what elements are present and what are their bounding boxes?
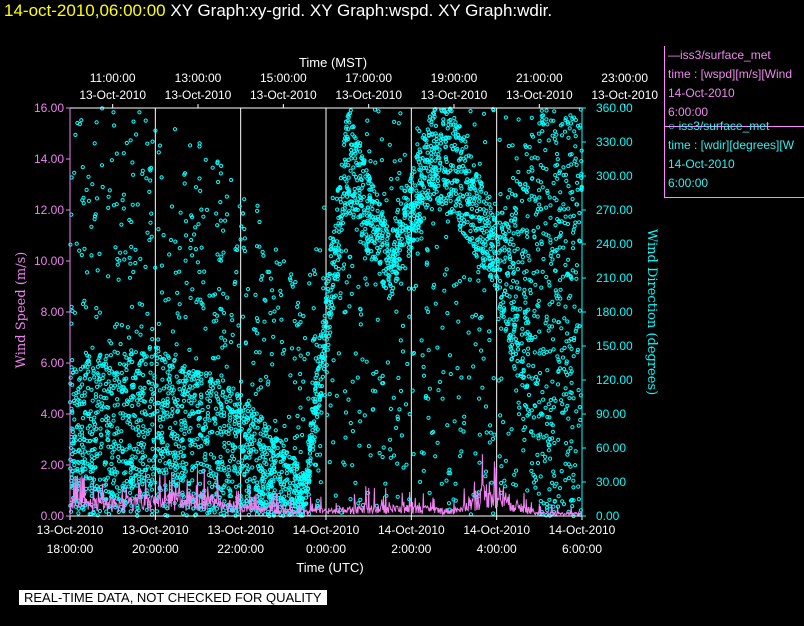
top-tick-time-label: 13:00:00 [175, 71, 222, 85]
top-tick-date-label: 13-Oct-2010 [165, 88, 232, 102]
top-tick-date-label: 13-Oct-2010 [79, 88, 146, 102]
bottom-tick-date-label: 14-Oct-2010 [463, 523, 530, 537]
right-tick-label: 240.00 [596, 237, 633, 251]
right-tick-label: 120.00 [596, 373, 633, 387]
left-tick-label: 12.00 [34, 203, 64, 217]
top-tick-time-label: 11:00:00 [90, 71, 136, 85]
legend-wdir-source: ○ iss3/surface_met [668, 119, 770, 133]
right-tick-label: 360.00 [596, 101, 633, 115]
quality-warning-banner: REAL-TIME DATA, NOT CHECKED FOR QUALITY [19, 590, 327, 605]
bottom-tick-date-label: 14-Oct-2010 [549, 523, 616, 537]
legend-wdir-date: 14-Oct-2010 [668, 157, 735, 171]
bottom-axis-title: Time (UTC) [296, 560, 363, 575]
top-tick-date-label: 13-Oct-2010 [591, 88, 658, 102]
legend-wind-direction[interactable]: ○ iss3/surface_met time : [wdir][degrees… [664, 117, 804, 198]
legend-wdir-time: 6:00:00 [668, 176, 709, 190]
bottom-tick-date-label: 13-Oct-2010 [37, 523, 104, 537]
left-tick-label: 16.00 [34, 101, 64, 115]
top-tick-time-label: 19:00:00 [431, 71, 478, 85]
bottom-tick-time-label: 18:00:00 [47, 542, 94, 556]
right-tick-label: 30.00 [596, 475, 626, 489]
right-tick-label: 60.00 [596, 441, 626, 455]
right-axis-title: Wind Direction (degrees) [644, 229, 659, 395]
bottom-tick-date-label: 13-Oct-2010 [207, 523, 274, 537]
bottom-tick-time-label: 4:00:00 [477, 542, 517, 556]
right-tick-label: 330.00 [596, 135, 633, 149]
bottom-tick-time-label: 0:00:00 [306, 542, 346, 556]
right-tick-label: 180.00 [596, 305, 633, 319]
left-axis-title: Wind Speed (m/s) [14, 252, 29, 369]
right-tick-label: 300.00 [596, 169, 633, 183]
top-axis-title: Time (MST) [299, 55, 367, 70]
right-tick-label: 150.00 [596, 339, 633, 353]
bottom-tick-time-label: 6:00:00 [562, 542, 602, 556]
top-tick-date-label: 13-Oct-2010 [506, 88, 573, 102]
top-tick-date-label: 13-Oct-2010 [335, 88, 402, 102]
legend-wspd-source: —iss3/surface_met [668, 48, 771, 62]
legend-wspd-date: 14-Oct-2010 [668, 86, 735, 100]
right-tick-label: 210.00 [596, 271, 633, 285]
legend-wdir-variable: time : [wdir][degrees][W [668, 138, 795, 152]
legend-wind-speed[interactable]: —iss3/surface_met time : [wspd][m/s][Win… [664, 46, 804, 127]
top-tick-time-label: 17:00:00 [345, 71, 392, 85]
left-tick-label: 6.00 [41, 356, 65, 370]
bottom-tick-date-label: 14-Oct-2010 [378, 523, 445, 537]
right-tick-label: 90.00 [596, 407, 626, 421]
top-tick-time-label: 21:00:00 [516, 71, 563, 85]
bottom-tick-time-label: 22:00:00 [217, 542, 264, 556]
right-tick-label: 0.00 [596, 509, 620, 523]
left-tick-label: 4.00 [41, 407, 65, 421]
bottom-tick-date-label: 14-Oct-2010 [293, 523, 360, 537]
legend-wspd-variable: time : [wspd][m/s][Wind [668, 67, 793, 81]
top-tick-time-label: 23:00:00 [601, 71, 648, 85]
left-tick-label: 8.00 [41, 305, 65, 319]
left-tick-label: 0.00 [41, 509, 65, 523]
left-tick-label: 2.00 [41, 458, 65, 472]
bottom-tick-time-label: 20:00:00 [132, 542, 179, 556]
right-tick-label: 270.00 [596, 203, 633, 217]
bottom-tick-time-label: 2:00:00 [391, 542, 431, 556]
top-tick-time-label: 15:00:00 [260, 71, 307, 85]
left-tick-label: 10.00 [34, 254, 64, 268]
bottom-tick-date-label: 13-Oct-2010 [122, 523, 189, 537]
top-tick-date-label: 13-Oct-2010 [250, 88, 317, 102]
top-tick-date-label: 13-Oct-2010 [421, 88, 488, 102]
left-tick-label: 14.00 [34, 152, 64, 166]
